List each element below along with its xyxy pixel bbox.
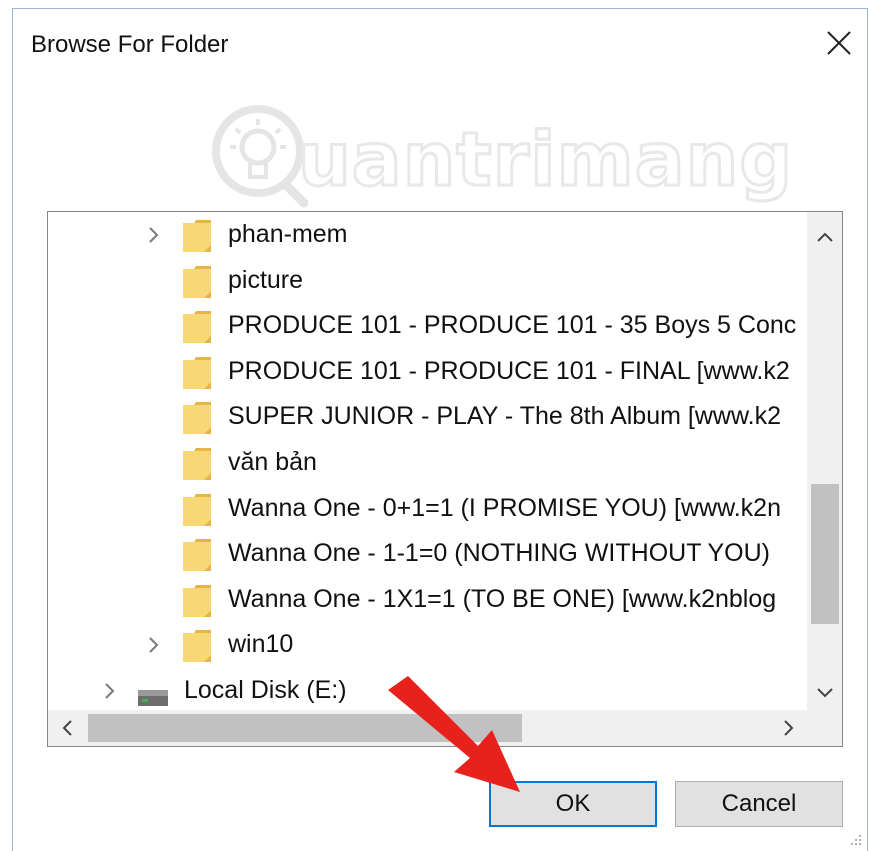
scroll-down-button[interactable] <box>808 676 842 710</box>
lightbulb-logo-icon <box>212 105 308 208</box>
tree-rows: phan-mem picture PRODUCE 101 - PRODUCE 101… <box>48 212 808 710</box>
scrollbar-corner <box>808 710 842 746</box>
tree-item[interactable]: Wanna One - 1-1=0 (NOTHING WITHOUT YOU) <box>48 531 808 577</box>
expand-chevron-icon[interactable] <box>144 225 164 245</box>
drive-icon <box>136 680 168 710</box>
tree-item[interactable]: PRODUCE 101 - PRODUCE 101 - 35 Boys 5 Co… <box>48 303 808 349</box>
expand-chevron-icon[interactable] <box>100 681 120 701</box>
tree-item[interactable]: picture <box>48 258 808 304</box>
tree-item-label: PRODUCE 101 - PRODUCE 101 - 35 Boys 5 Co… <box>228 311 797 340</box>
chevron-down-icon <box>817 688 833 698</box>
folder-icon <box>182 493 212 527</box>
tree-item-label: Wanna One - 1X1=1 (TO BE ONE) [www.k2nbl… <box>228 584 777 613</box>
tree-item-label: Wanna One - 1-1=0 (NOTHING WITHOUT YOU) <box>228 539 771 568</box>
chevron-up-icon <box>817 232 833 242</box>
tree-item-label: văn bản <box>228 448 317 476</box>
folder-icon <box>182 401 212 435</box>
tree-item[interactable]: win10 <box>48 622 808 668</box>
title-bar: Browse For Folder <box>13 9 867 79</box>
folder-icon <box>182 447 212 481</box>
tree-item-label: SUPER JUNIOR - PLAY - The 8th Album [www… <box>228 402 781 431</box>
folder-icon <box>182 310 212 344</box>
watermark-text: uantrimang <box>296 116 794 205</box>
close-icon <box>827 31 851 55</box>
resize-grip-icon[interactable] <box>847 831 863 847</box>
tree-item-label: PRODUCE 101 - PRODUCE 101 - FINAL [www.k… <box>228 356 790 385</box>
folder-icon <box>182 584 212 618</box>
red-arrow-annotation-icon <box>388 676 520 792</box>
tree-item-label: Wanna One - 0+1=1 (I PROMISE YOU) [www.k… <box>228 493 781 522</box>
scroll-up-button[interactable] <box>808 220 842 254</box>
close-button[interactable] <box>819 23 859 63</box>
folder-icon <box>182 219 212 253</box>
tree-item[interactable]: SUPER JUNIOR - PLAY - The 8th Album [www… <box>48 394 808 440</box>
chevron-right-icon <box>784 720 794 736</box>
tree-item-label: win10 <box>228 630 294 659</box>
tree-item-label: phan-mem <box>228 220 348 248</box>
tree-item[interactable]: Wanna One - 0+1=1 (I PROMISE YOU) [www.k… <box>48 486 808 532</box>
dialog-title: Browse For Folder <box>31 31 229 58</box>
tree-item[interactable]: văn bản <box>48 440 808 486</box>
folder-icon <box>182 265 212 299</box>
folder-icon <box>182 629 212 663</box>
folder-icon <box>182 538 212 572</box>
cancel-button[interactable]: Cancel <box>675 781 843 827</box>
watermark-logo: uantrimang <box>208 99 794 219</box>
vertical-scrollbar[interactable] <box>807 212 842 710</box>
tree-item[interactable]: Wanna One - 1X1=1 (TO BE ONE) [www.k2nbl… <box>48 577 808 623</box>
vertical-scroll-thumb[interactable] <box>811 484 839 624</box>
scroll-left-button[interactable] <box>50 711 84 745</box>
tree-item-label: picture <box>228 265 304 294</box>
tree-item[interactable]: PRODUCE 101 - PRODUCE 101 - FINAL [www.k… <box>48 349 808 395</box>
tree-item[interactable]: phan-mem <box>48 212 808 258</box>
expand-chevron-icon[interactable] <box>144 635 164 655</box>
chevron-left-icon <box>62 720 72 736</box>
tree-item-label: Local Disk (E:) <box>184 676 347 704</box>
scroll-right-button[interactable] <box>772 711 806 745</box>
folder-icon <box>182 356 212 390</box>
folder-tree[interactable]: phan-mem picture PRODUCE 101 - PRODUCE 101… <box>47 211 843 747</box>
